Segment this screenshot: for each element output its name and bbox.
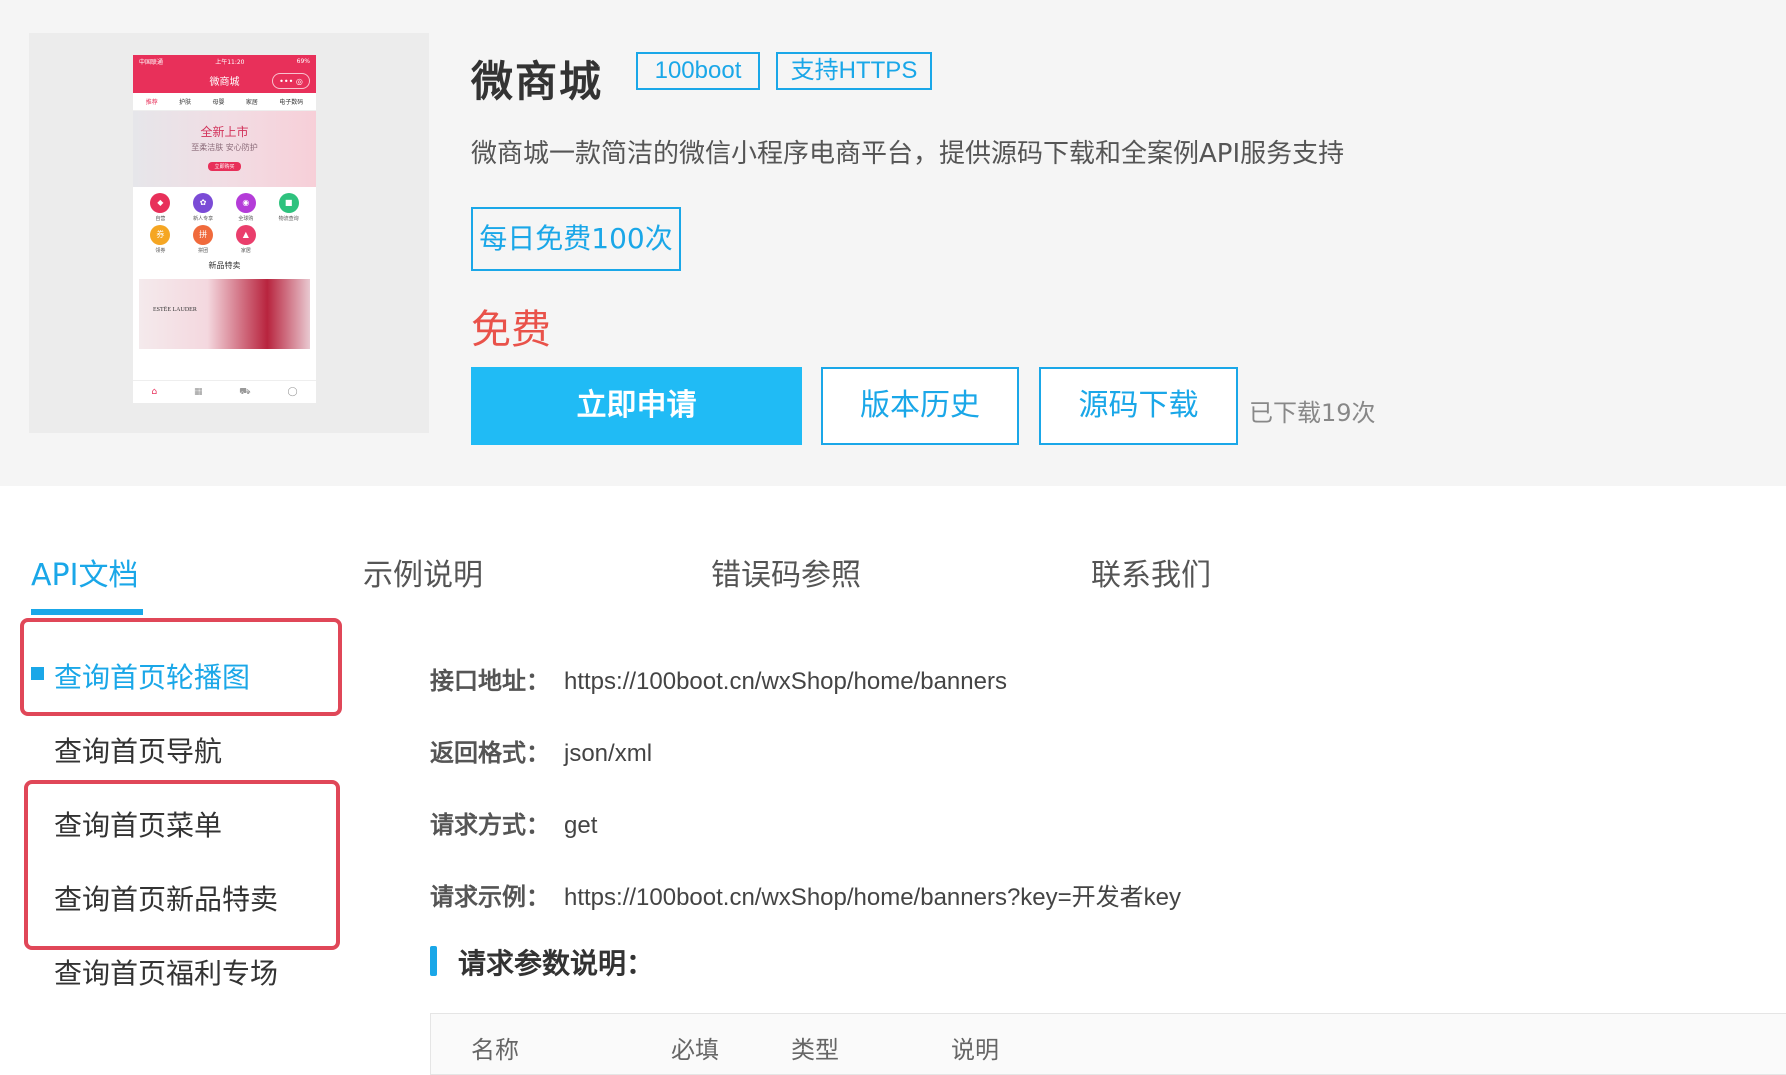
phone-promo-image: ESTĒE LAUDER — [139, 279, 310, 349]
phone-tab: 母婴 — [212, 99, 225, 106]
shortcut-label: 领券 — [155, 248, 166, 254]
shortcut-icon: ✿ — [193, 193, 214, 213]
api-endpoint-row: 接口地址： https://100boot.cn/wxShop/home/bann… — [430, 661, 1007, 696]
params-table: 名称 必填 类型 说明 — [430, 1013, 1786, 1075]
endpoint-url: https://100boot.cn/wxShop/home/banners — [564, 668, 1007, 695]
request-example: https://100boot.cn/wxShop/home/banners?k… — [564, 884, 1182, 911]
phone-shortcut: ◉ 全球购 — [235, 193, 256, 222]
banner-button: 立即购买 — [208, 162, 241, 171]
row-label: 接口地址： — [430, 667, 550, 695]
tab-api-docs[interactable]: API文档 — [31, 550, 138, 594]
app-screenshot-thumbnail: 中国联通 上午11:20 69% 微商城 ••• ◎ 推荐 护肤 母婴 家居 电… — [29, 33, 429, 433]
shortcut-icon: ■ — [278, 193, 299, 213]
banner-subtitle: 至柔洁肤 安心防护 — [191, 143, 258, 152]
app-description: 微商城一款简洁的微信小程序电商平台，提供源码下载和全案例API服务支持 — [471, 139, 1345, 169]
phone-tab: 推荐 — [145, 99, 158, 106]
version-history-button[interactable]: 版本历史 — [821, 367, 1019, 445]
phone-shortcut: ■ 物流查询 — [278, 193, 299, 222]
phone-tabbar: ⌂ ▦ ⛟ ◯ — [133, 380, 316, 403]
sidebar-item-welfare[interactable]: 查询首页福利专场 — [54, 952, 278, 992]
table-header-description: 说明 — [951, 1036, 999, 1064]
tab-examples[interactable]: 示例说明 — [363, 550, 483, 594]
source-download-button[interactable]: 源码下载 — [1039, 367, 1238, 445]
shortcut-icon: ◆ — [150, 193, 171, 213]
apply-button[interactable]: 立即申请 — [471, 367, 802, 445]
row-label: 请求示例： — [430, 883, 550, 911]
table-header-name: 名称 — [471, 1036, 519, 1064]
app-title: 微商城 — [471, 57, 604, 106]
section-accent-bar — [430, 946, 437, 976]
cart-icon: ⛟ — [239, 386, 251, 397]
shortcut-label: 新人专享 — [193, 216, 214, 222]
phone-shortcut: 拼拼团 — [193, 225, 214, 254]
capsule-icon: ••• ◎ — [272, 73, 310, 89]
shortcut-label: 物流查询 — [278, 216, 299, 222]
phone-category-tabs: 推荐 护肤 母婴 家居 电子数码 — [133, 93, 316, 111]
phone-shortcut: ✿ 新人专享 — [193, 193, 213, 222]
highlight-box — [24, 780, 340, 950]
promo-brand: ESTĒE LAUDER — [153, 307, 197, 313]
row-label: 请求方式： — [430, 811, 550, 839]
home-icon: ⌂ — [151, 387, 158, 397]
phone-banner: 全新上市 至柔洁肤 安心防护 立即购买 — [133, 111, 316, 187]
phone-nav-bar: 微商城 ••• ◎ — [133, 67, 316, 93]
shortcut-label: 家居 — [240, 248, 251, 254]
api-format-row: 返回格式： json/xml — [430, 733, 652, 768]
tab-contact[interactable]: 联系我们 — [1091, 550, 1211, 594]
shortcut-icon: 券 — [150, 225, 171, 245]
table-header-required: 必填 — [671, 1036, 719, 1064]
phone-preview: 中国联通 上午11:20 69% 微商城 ••• ◎ 推荐 护肤 母婴 家居 电… — [133, 55, 316, 403]
product-header: 中国联通 上午11:20 69% 微商城 ••• ◎ 推荐 护肤 母婴 家居 电… — [0, 0, 1786, 486]
phone-tab: 家居 — [245, 99, 258, 106]
row-label: 返回格式： — [430, 739, 550, 767]
shortcut-label: 自营 — [155, 216, 166, 222]
return-format: json/xml — [564, 740, 653, 767]
shortcut-label: 拼团 — [198, 248, 209, 254]
user-icon: ◯ — [287, 387, 298, 397]
carrier-text: 中国联通 — [139, 58, 164, 66]
active-tab-indicator — [31, 609, 143, 615]
battery-text: 69% — [296, 57, 310, 65]
shortcut-icon: 拼 — [193, 225, 214, 245]
phone-title: 微商城 — [209, 76, 240, 88]
highlight-box — [20, 618, 342, 716]
download-count: 已下载19次 — [1249, 399, 1376, 427]
tag-https: 支持HTTPS — [776, 52, 932, 90]
phone-section-title: 新品特卖 — [208, 261, 241, 270]
category-icon: ▦ — [193, 387, 203, 397]
shortcut-icon: ◉ — [235, 193, 256, 213]
table-header-type: 类型 — [791, 1036, 839, 1064]
phone-shortcut: 券领券 — [150, 225, 171, 254]
phone-status-bar: 中国联通 上午11:20 69% — [133, 55, 316, 67]
request-method: get — [564, 812, 598, 839]
api-example-row: 请求示例： https://100boot.cn/wxShop/home/bann… — [430, 877, 1181, 912]
phone-tab: 电子数码 — [279, 99, 304, 106]
banner-title: 全新上市 — [200, 125, 249, 139]
tag-100boot: 100boot — [636, 52, 760, 90]
params-section-title: 请求参数说明： — [458, 947, 655, 980]
api-method-row: 请求方式： get — [430, 805, 597, 840]
time-text: 上午11:20 — [215, 58, 245, 66]
phone-shortcut: ▲ 家居 — [235, 225, 256, 254]
phone-tab: 护肤 — [179, 99, 192, 106]
quota-badge: 每日免费100次 — [471, 207, 681, 271]
price-label: 免费 — [471, 307, 551, 353]
phone-icon-grid: ◆ 自营 ✿ 新人专享 ◉ 全球购 ■ 物流查询券领券 拼拼团 ▲ 家居 — [133, 187, 316, 254]
sidebar-item-navigation[interactable]: 查询首页导航 — [54, 730, 222, 770]
shortcut-label: 全球购 — [238, 216, 254, 222]
phone-shortcut: ◆ 自营 — [150, 193, 171, 222]
shortcut-icon: ▲ — [235, 225, 256, 245]
tab-error-codes[interactable]: 错误码参照 — [711, 550, 861, 594]
